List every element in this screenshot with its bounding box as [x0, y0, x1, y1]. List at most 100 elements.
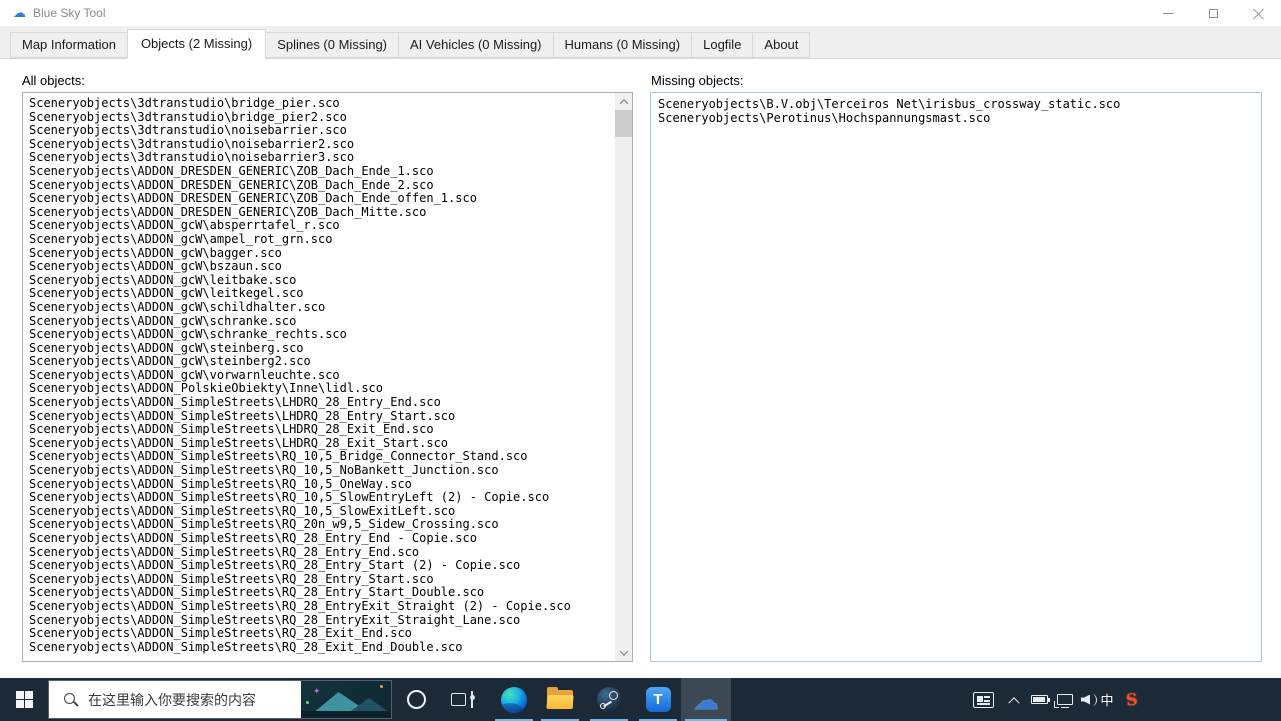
restore-icon	[1209, 5, 1223, 18]
object-path-row[interactable]: Sceneryobjects\ADDON_SimpleStreets\RQ_10…	[29, 504, 615, 519]
missing-objects-textbox[interactable]: Sceneryobjects\B.V.obj\Terceiros Net\iri…	[650, 92, 1262, 662]
chevron-down-icon	[619, 646, 628, 656]
tab-objects[interactable]: Objects (2 Missing)	[126, 29, 267, 59]
object-path-row[interactable]: Sceneryobjects\ADDON_SimpleStreets\RQ_10…	[29, 477, 615, 492]
object-path-row[interactable]: Sceneryobjects\3dtranstudio\bridge_pier.…	[29, 96, 615, 111]
object-path-row[interactable]: Sceneryobjects\3dtranstudio\noisebarrier…	[29, 151, 615, 165]
tab-strip: Map Information Objects (2 Missing) Spli…	[0, 26, 1281, 59]
taskbar-search[interactable]: ✦	[48, 680, 392, 719]
object-path-row[interactable]: Sceneryobjects\ADDON_gcW\schranke.sco	[29, 314, 615, 329]
object-path-row[interactable]: Sceneryobjects\ADDON_gcW\absperrtafel_r.…	[29, 219, 615, 233]
news-widget-button[interactable]	[963, 678, 1003, 721]
edge-icon	[501, 686, 527, 713]
object-path-row[interactable]: Sceneryobjects\ADDON_SimpleStreets\RQ_28…	[29, 599, 615, 614]
taskbar-explorer-button[interactable]	[537, 678, 583, 721]
taskbar-t-app-button[interactable]: T	[635, 678, 681, 721]
object-path-row[interactable]: Sceneryobjects\ADDON_SimpleStreets\LHDRQ…	[29, 395, 615, 410]
search-highlight-image[interactable]: ✦	[301, 681, 391, 718]
minimize-button[interactable]	[1146, 0, 1191, 26]
tab-humans[interactable]: Humans (0 Missing)	[552, 32, 693, 58]
t-app-icon: T	[645, 687, 671, 712]
windows-logo-icon	[15, 691, 33, 708]
cloud-app-icon: ☁	[13, 5, 26, 20]
scroll-up-button[interactable]	[615, 93, 632, 110]
object-path-row[interactable]: Sceneryobjects\ADDON_SimpleStreets\RQ_28…	[29, 640, 615, 655]
sparkle-icon: ✦	[313, 686, 321, 696]
object-path-row[interactable]: Sceneryobjects\ADDON_SimpleStreets\LHDRQ…	[29, 423, 615, 437]
chevron-up-icon	[619, 98, 628, 108]
taskbar-blue-sky-tool-button[interactable]: ☁	[681, 678, 731, 721]
object-path-row[interactable]: Sceneryobjects\ADDON_gcW\bszaun.sco	[29, 260, 615, 274]
restore-button[interactable]	[1191, 0, 1236, 26]
tab-logfile[interactable]: Logfile	[691, 32, 754, 58]
object-path-row[interactable]: Sceneryobjects\ADDON_SimpleStreets\RQ_28…	[29, 627, 615, 641]
missing-object-path-row: Sceneryobjects\B.V.obj\Terceiros Net\iri…	[658, 97, 1121, 111]
all-objects-list: Sceneryobjects\3dtranstudio\bridge_pier.…	[23, 93, 615, 661]
object-path-row[interactable]: Sceneryobjects\ADDON_gcW\leitkegel.sco	[29, 287, 615, 301]
sogou-input-button[interactable]: S	[1118, 678, 1146, 721]
object-path-row[interactable]: Sceneryobjects\ADDON_gcW\ampel_rot_grn.s…	[29, 232, 615, 247]
ime-indicator[interactable]: 中	[1094, 678, 1120, 721]
object-path-row[interactable]: Sceneryobjects\ADDON_gcW\schildhalter.sc…	[29, 300, 615, 315]
tab-about[interactable]: About	[752, 32, 811, 58]
tab-splines[interactable]: Splines (0 Missing)	[265, 32, 400, 58]
taskbar: ✦	[0, 678, 1281, 721]
object-path-row[interactable]: Sceneryobjects\ADDON_gcW\bagger.sco	[29, 246, 615, 261]
decor-dot	[380, 685, 383, 688]
object-path-row[interactable]: Sceneryobjects\3dtranstudio\noisebarrier…	[29, 124, 615, 138]
task-view-icon	[469, 691, 475, 708]
desktop: ☁ Blue Sky Tool Map Information Objects …	[0, 0, 1281, 721]
object-path-row[interactable]: Sceneryobjects\3dtranstudio\bridge_pier2…	[29, 110, 615, 125]
task-view-button[interactable]	[440, 678, 484, 721]
all-objects-listbox[interactable]: Sceneryobjects\3dtranstudio\bridge_pier.…	[22, 92, 633, 662]
object-path-row[interactable]: Sceneryobjects\ADDON_SimpleStreets\RQ_20…	[29, 518, 615, 532]
start-button[interactable]	[0, 678, 48, 721]
object-path-row[interactable]: Sceneryobjects\ADDON_SimpleStreets\RQ_28…	[29, 586, 615, 600]
object-path-row[interactable]: Sceneryobjects\ADDON_DRESDEN_GENERIC\ZOB…	[29, 205, 615, 220]
object-path-row[interactable]: Sceneryobjects\ADDON_SimpleStreets\RQ_28…	[29, 559, 615, 573]
decor-dot	[306, 701, 309, 704]
network-icon	[1054, 694, 1073, 708]
object-path-row[interactable]: Sceneryobjects\3dtranstudio\noisebarrier…	[29, 137, 615, 152]
object-path-row[interactable]: Sceneryobjects\ADDON_PolskieObiekty\Inne…	[29, 382, 615, 396]
close-icon	[1253, 8, 1264, 19]
object-path-row[interactable]: Sceneryobjects\ADDON_gcW\steinberg.sco	[29, 341, 615, 356]
window-title: Blue Sky Tool	[33, 6, 106, 20]
object-path-row[interactable]: Sceneryobjects\ADDON_DRESDEN_GENERIC\ZOB…	[29, 178, 615, 193]
search-input[interactable]	[80, 681, 301, 718]
object-path-row[interactable]: Sceneryobjects\ADDON_SimpleStreets\RQ_28…	[29, 613, 615, 628]
object-path-row[interactable]: Sceneryobjects\ADDON_SimpleStreets\RQ_10…	[29, 463, 615, 478]
tab-ai-vehicles[interactable]: AI Vehicles (0 Missing)	[398, 32, 554, 58]
missing-object-path-row: Sceneryobjects\Perotinus\Hochspannungsma…	[658, 110, 991, 125]
object-path-row[interactable]: Sceneryobjects\ADDON_SimpleStreets\RQ_10…	[29, 450, 615, 464]
object-path-row[interactable]: Sceneryobjects\ADDON_SimpleStreets\RQ_10…	[29, 491, 615, 505]
scrollbar-thumb[interactable]	[615, 110, 632, 137]
tab-map-information[interactable]: Map Information	[10, 32, 128, 58]
sogou-icon: S	[1125, 689, 1139, 710]
battery-icon	[1030, 695, 1050, 704]
object-path-row[interactable]: Sceneryobjects\ADDON_gcW\schranke_rechts…	[29, 327, 615, 342]
blue-sky-tool-icon: ☁	[693, 684, 719, 715]
file-explorer-icon	[546, 687, 574, 709]
task-view-icon	[451, 693, 467, 706]
steam-icon	[596, 687, 622, 712]
object-path-row[interactable]: Sceneryobjects\ADDON_SimpleStreets\RQ_28…	[29, 572, 615, 587]
scroll-down-button[interactable]	[615, 644, 632, 661]
object-path-row[interactable]: Sceneryobjects\ADDON_SimpleStreets\RQ_28…	[29, 531, 615, 546]
object-path-row[interactable]: Sceneryobjects\ADDON_gcW\vorwarnleuchte.…	[29, 368, 615, 383]
taskbar-steam-button[interactable]	[586, 678, 632, 721]
cortana-button[interactable]	[396, 678, 436, 721]
treeline-shape	[301, 711, 391, 718]
object-path-row[interactable]: Sceneryobjects\ADDON_SimpleStreets\RQ_28…	[29, 545, 615, 560]
object-path-row[interactable]: Sceneryobjects\ADDON_DRESDEN_GENERIC\ZOB…	[29, 164, 615, 179]
object-path-row[interactable]: Sceneryobjects\ADDON_DRESDEN_GENERIC\ZOB…	[29, 192, 615, 206]
close-button[interactable]	[1236, 0, 1281, 26]
cortana-icon	[406, 690, 426, 709]
all-objects-scrollbar[interactable]	[615, 93, 632, 661]
object-path-row[interactable]: Sceneryobjects\ADDON_SimpleStreets\LHDRQ…	[29, 436, 615, 451]
taskbar-edge-button[interactable]	[491, 678, 537, 721]
object-path-row[interactable]: Sceneryobjects\ADDON_SimpleStreets\LHDRQ…	[29, 409, 615, 424]
window-titlebar: ☁ Blue Sky Tool	[0, 0, 1281, 26]
object-path-row[interactable]: Sceneryobjects\ADDON_gcW\leitbake.sco	[29, 273, 615, 288]
object-path-row[interactable]: Sceneryobjects\ADDON_gcW\steinberg2.sco	[29, 355, 615, 369]
